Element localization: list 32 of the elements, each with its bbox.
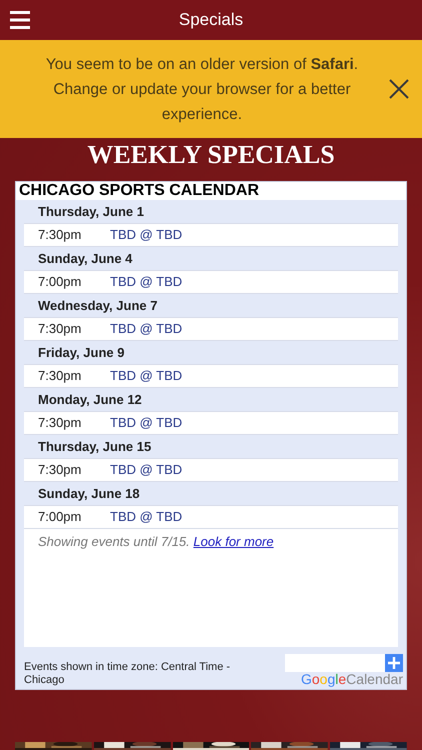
page-title: Specials [178,10,244,30]
event-title[interactable]: TBD @ TBD [110,318,182,340]
menu-icon[interactable] [10,11,30,29]
event-title[interactable]: TBD @ TBD [110,271,182,293]
event-time: 7:30pm [38,461,82,479]
close-icon[interactable] [388,78,410,100]
event-title[interactable]: TBD @ TBD [110,459,182,481]
event-title[interactable]: TBD @ TBD [110,365,182,387]
date-header: Thursday, June 15 [24,435,398,458]
date-header: Monday, June 12 [24,388,398,411]
event-title[interactable]: TBD @ TBD [110,506,182,528]
event-title[interactable]: TBD @ TBD [110,412,182,434]
event-time: 7:00pm [38,508,82,526]
more-link[interactable]: Look for more [193,534,274,549]
date-header: Friday, June 9 [24,341,398,364]
date-header: Wednesday, June 7 [24,294,398,317]
event-time: 7:30pm [38,367,82,385]
event-time: 7:00pm [38,273,82,291]
calendar-title: CHICAGO SPORTS CALENDAR [16,182,406,200]
date-header: Sunday, June 18 [24,482,398,505]
event-time: 7:30pm [38,226,82,244]
banner-message: You seem to be on an older version of Safari. Change or update your browser for a better experience. [44,54,360,124]
date-header: Sunday, June 4 [24,247,398,270]
plus-icon[interactable] [385,654,403,672]
event-time: 7:30pm [38,320,82,338]
section-heading: WEEKLY SPECIALS [86,140,336,170]
date-header: Thursday, June 1 [24,200,398,223]
events-note: Showing events until 7/15. [38,534,190,549]
timezone-note: Events shown in time zone: Central Time - Chicago [24,661,232,687]
event-title[interactable]: TBD @ TBD [110,224,182,246]
add-field[interactable] [285,654,385,672]
event-time: 7:30pm [38,414,82,432]
